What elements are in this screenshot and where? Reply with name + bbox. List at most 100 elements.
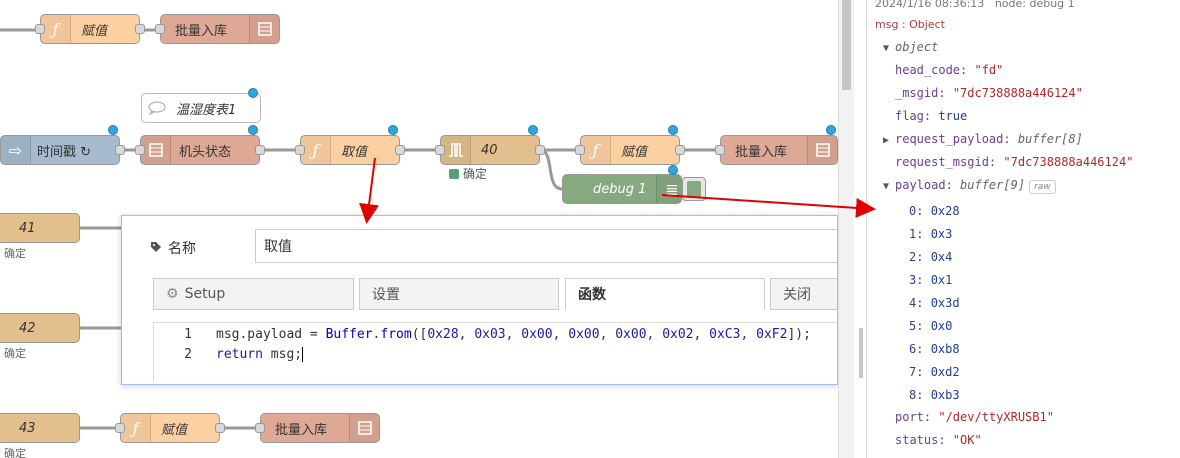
tree-value: "7dc738888a446124" bbox=[1003, 155, 1134, 169]
inject-arrow-icon: ⇨ bbox=[1, 136, 31, 164]
tab-settings[interactable]: 设置 bbox=[359, 278, 559, 310]
code-number: 0x28 bbox=[427, 327, 459, 342]
payload-item: 5: 0x0 bbox=[909, 319, 952, 333]
input-port[interactable] bbox=[155, 24, 165, 34]
input-port[interactable] bbox=[575, 145, 585, 155]
tree-index: 2: bbox=[909, 250, 924, 264]
function-edit-dialog[interactable]: 名称 ⚙ Setup 设置 函数 关闭 1 2 msg.payload = Bu… bbox=[121, 215, 838, 385]
debug-sidebar[interactable]: 2024/1/16 08:36:13 node: debug 1 msg : O… bbox=[866, 0, 1180, 458]
tree-value: true bbox=[938, 109, 968, 123]
status-text: 确定 bbox=[463, 167, 488, 181]
tree-key: payload: bbox=[895, 178, 953, 192]
changed-indicator bbox=[388, 125, 398, 135]
code-number: 0x00 bbox=[615, 327, 647, 342]
tree-type: object bbox=[895, 40, 939, 54]
database-node-batch-bottom[interactable]: 批量入库 bbox=[260, 413, 380, 443]
input-port[interactable] bbox=[255, 423, 265, 433]
function-node-assign-mid[interactable]: ƒ 赋值 bbox=[580, 135, 680, 165]
input-port[interactable] bbox=[435, 145, 445, 155]
output-port[interactable] bbox=[215, 423, 225, 433]
function-icon: ƒ bbox=[581, 136, 611, 164]
database-node-batch-mid[interactable]: 批量入库 bbox=[720, 135, 838, 165]
debug-timestamp: 2024/1/16 08:36:13 bbox=[875, 0, 985, 10]
code-line-1: msg.payload = Buffer.from([0x28, 0x03, 0… bbox=[216, 327, 811, 342]
input-port[interactable] bbox=[295, 145, 305, 155]
raw-toggle-button[interactable]: raw bbox=[1029, 180, 1056, 194]
node-label: 43 bbox=[19, 420, 36, 436]
payload-item: 7: 0xd2 bbox=[909, 365, 960, 379]
debug-toggle-button[interactable] bbox=[682, 177, 706, 201]
output-port[interactable] bbox=[255, 145, 265, 155]
node-label: 赋值 bbox=[621, 144, 648, 160]
tag-icon bbox=[150, 241, 162, 256]
code-number: 0x02 bbox=[662, 327, 694, 342]
serial-node-head-status[interactable]: 机头状态 bbox=[140, 135, 260, 165]
delay-node-42[interactable]: 42 bbox=[0, 313, 80, 343]
code-token: ]); bbox=[787, 327, 811, 342]
tab-label: 函数 bbox=[578, 287, 606, 303]
output-port[interactable] bbox=[395, 145, 405, 155]
output-port[interactable] bbox=[135, 24, 145, 34]
debug-message-meta: 2024/1/16 08:36:13 node: debug 1 bbox=[875, 0, 1075, 10]
database-node-batch-top[interactable]: 批量入库 bbox=[160, 14, 280, 44]
tree-row-request-msgid: request_msgid: "7dc738888a446124" bbox=[895, 155, 1133, 169]
tree-value: 0x3 bbox=[930, 227, 953, 241]
node-label: 赋值 bbox=[161, 422, 188, 438]
code-editor[interactable]: 1 2 msg.payload = Buffer.from([0x28, 0x0… bbox=[153, 322, 837, 382]
tree-row-request-payload[interactable]: ▶ request_payload: buffer[8] bbox=[883, 132, 1083, 146]
input-port[interactable] bbox=[115, 423, 125, 433]
debug-node[interactable]: debug 1 ≣ bbox=[562, 174, 687, 204]
debug-node-name[interactable]: node: debug 1 bbox=[995, 0, 1075, 10]
tree-row-head-code: head_code: "fd" bbox=[895, 63, 1003, 77]
tree-row-payload[interactable]: ▼ payload: buffer[9] raw bbox=[883, 178, 1056, 194]
function-node-assign-bottom[interactable]: ƒ 赋值 bbox=[120, 413, 220, 443]
output-port[interactable] bbox=[675, 145, 685, 155]
delay-node-43[interactable]: 43 bbox=[0, 413, 80, 443]
node-label: 机头状态 bbox=[179, 144, 232, 160]
output-port[interactable] bbox=[115, 145, 125, 155]
text-cursor bbox=[302, 347, 304, 362]
tree-value: 0xb3 bbox=[930, 388, 960, 402]
tree-row-object[interactable]: ▼ object bbox=[883, 40, 938, 54]
tree-key: port: bbox=[895, 410, 932, 424]
tab-setup[interactable]: ⚙ Setup bbox=[153, 278, 354, 310]
tree-value: 0x0 bbox=[930, 319, 953, 333]
function-icon: ƒ bbox=[301, 136, 331, 164]
node-label: 时间戳 ↻ bbox=[37, 144, 92, 160]
canvas-scrollbar[interactable] bbox=[838, 0, 854, 458]
database-icon bbox=[249, 15, 279, 43]
code-keyword: return bbox=[216, 347, 263, 362]
tab-label: Setup bbox=[184, 286, 226, 302]
output-port[interactable] bbox=[535, 145, 545, 155]
function-node-take-value[interactable]: ƒ 取值 bbox=[300, 135, 400, 165]
flow-canvas[interactable]: ƒ 赋值 批量入库 温湿度表1 ⇨ 时间戳 ↻ 机头状态 ƒ 取值 40 确定 … bbox=[0, 0, 838, 458]
code-number: 0x00 bbox=[521, 327, 553, 342]
input-port[interactable] bbox=[715, 145, 725, 155]
tree-row-status: status: "OK" bbox=[895, 433, 982, 447]
name-label: 名称 bbox=[150, 238, 196, 258]
tab-close[interactable]: 关闭 bbox=[770, 278, 837, 310]
input-port[interactable] bbox=[135, 145, 145, 155]
tree-value: 0xb8 bbox=[930, 342, 960, 356]
node-status: 确定 bbox=[4, 347, 26, 360]
sidebar-resize-handle[interactable] bbox=[859, 328, 863, 378]
code-token: ([ bbox=[411, 327, 428, 342]
name-input[interactable] bbox=[255, 229, 837, 263]
delay-node-41[interactable]: 41 bbox=[0, 213, 80, 243]
comment-node[interactable]: 温湿度表1 bbox=[141, 93, 261, 123]
input-port[interactable] bbox=[35, 24, 45, 34]
code-number: 0x03 bbox=[474, 327, 506, 342]
payload-item: 0: 0x28 bbox=[909, 204, 960, 218]
tree-index: 6: bbox=[909, 342, 924, 356]
payload-item: 2: 0x4 bbox=[909, 250, 952, 264]
scrollbar-thumb[interactable] bbox=[842, 0, 851, 90]
tab-function[interactable]: 函数 bbox=[565, 278, 765, 310]
tree-key: _msgid: bbox=[895, 86, 946, 100]
inject-node-timestamp[interactable]: ⇨ 时间戳 ↻ bbox=[0, 135, 120, 165]
delay-node[interactable]: 40 bbox=[440, 135, 540, 165]
node-label: 温湿度表1 bbox=[176, 102, 237, 118]
tree-value: 0xd2 bbox=[930, 365, 960, 379]
node-status: 确定 bbox=[4, 247, 26, 260]
tree-value: 0x3d bbox=[930, 296, 960, 310]
function-node-assign-top[interactable]: ƒ 赋值 bbox=[40, 14, 140, 44]
